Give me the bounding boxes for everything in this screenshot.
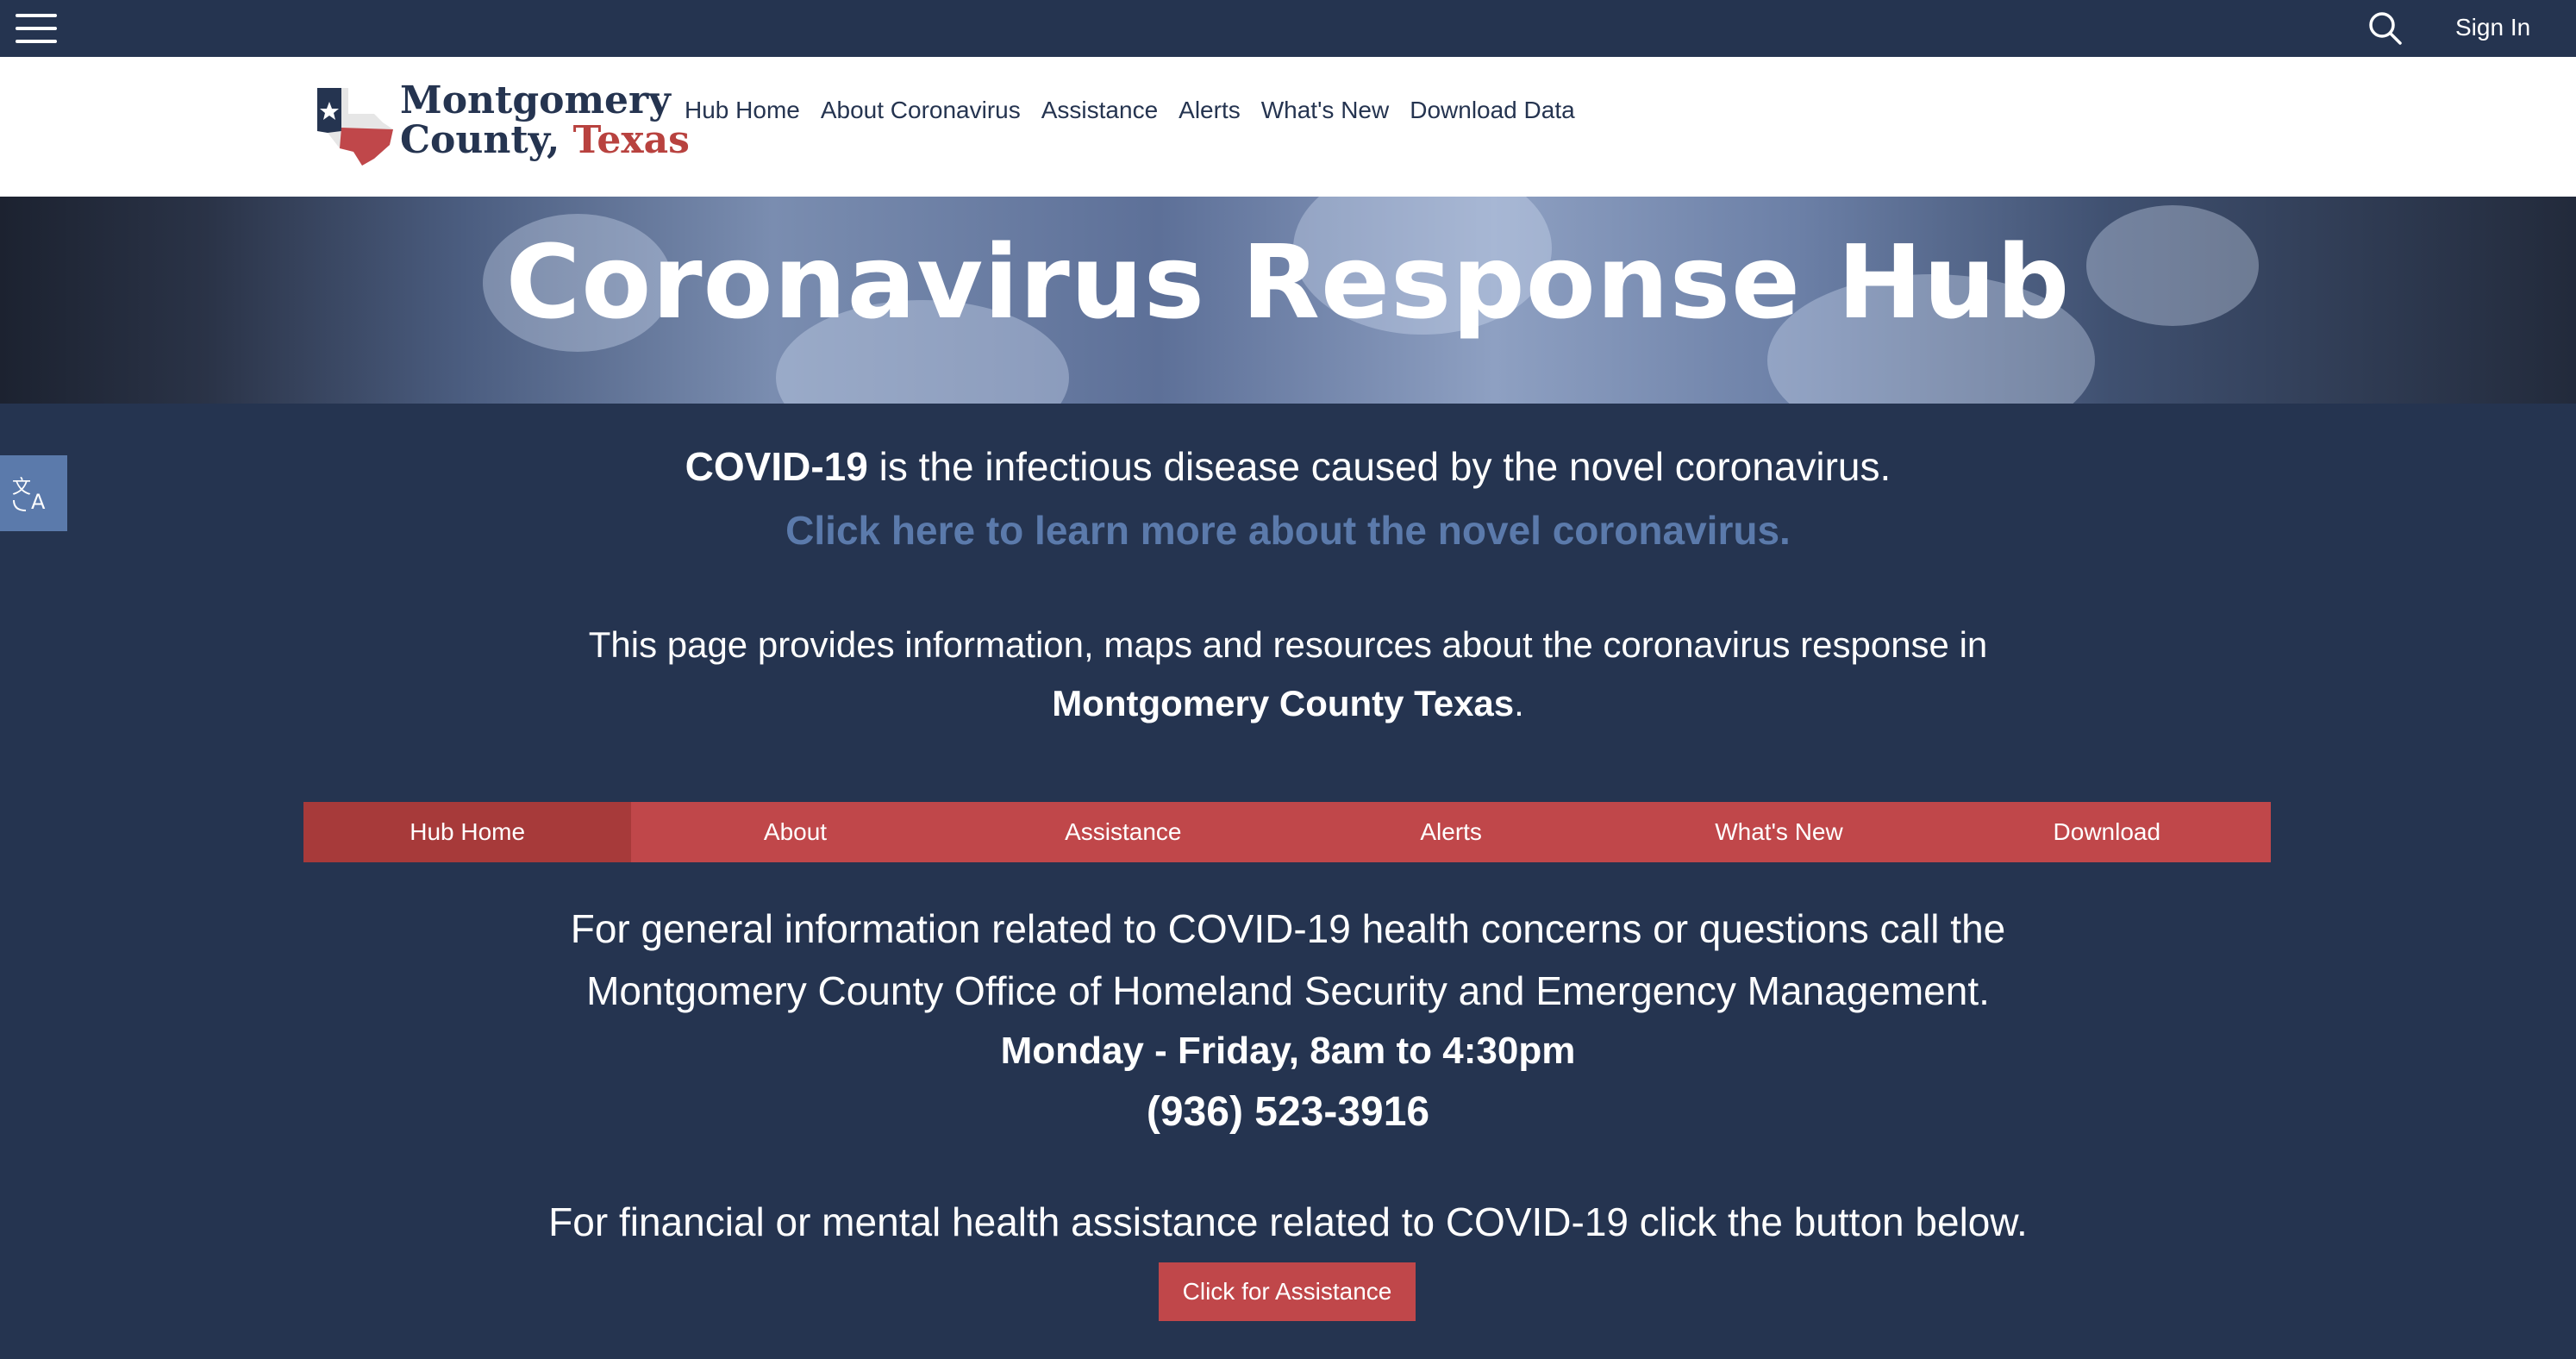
hero-banner: Coronavirus Response Hub xyxy=(0,197,2576,404)
info-period: . xyxy=(1514,683,1524,723)
section-tab-nav: Hub Home About Assistance Alerts What's … xyxy=(303,802,2271,862)
assistance-button[interactable]: Click for Assistance xyxy=(1159,1262,1416,1321)
intro-rest: is the infectious disease caused by the … xyxy=(867,444,1891,489)
page-info-line-2: Montgomery County Texas. xyxy=(0,683,2576,724)
logo-county-text: County, xyxy=(400,118,573,162)
nav-alerts[interactable]: Alerts xyxy=(1179,97,1241,124)
hamburger-menu-icon[interactable] xyxy=(16,10,57,47)
logo-texas-text: Texas xyxy=(572,118,690,162)
site-header: Montgomery County, Texas Hub Home About … xyxy=(0,57,2576,197)
intro-bold: COVID-19 xyxy=(685,444,868,489)
logo-line-1: Montgomery xyxy=(400,78,671,122)
logo-line-2: County, Texas xyxy=(400,121,690,160)
phone-number: (936) 523-3916 xyxy=(1146,1089,1430,1135)
financial-assistance-text: For financial or mental health assistanc… xyxy=(548,1199,2028,1244)
nav-download-data[interactable]: Download Data xyxy=(1410,97,1574,124)
page-info-line-1: This page provides information, maps and… xyxy=(588,624,1988,665)
contact-line-2: Montgomery County Office of Homeland Sec… xyxy=(586,968,1990,1013)
tab-alerts[interactable]: Alerts xyxy=(1287,802,1615,862)
nav-assistance[interactable]: Assistance xyxy=(1041,97,1158,124)
search-icon[interactable] xyxy=(2367,10,2404,47)
intro-text: COVID-19 is the infectious disease cause… xyxy=(0,443,2576,490)
contact-line-1: For general information related to COVID… xyxy=(570,906,2006,951)
top-utility-bar: Sign In xyxy=(0,0,2576,57)
logo-wordmark: Montgomery County, Texas xyxy=(400,81,690,160)
tab-about[interactable]: About xyxy=(631,802,959,862)
header-nav: Hub Home About Coronavirus Assistance Al… xyxy=(685,90,1575,131)
learn-more-link[interactable]: Click here to learn more about the novel… xyxy=(0,507,2576,554)
tab-whats-new[interactable]: What's New xyxy=(1615,802,1942,862)
tab-hub-home[interactable]: Hub Home xyxy=(303,802,632,862)
sign-in-link[interactable]: Sign In xyxy=(2455,9,2530,47)
nav-whats-new[interactable]: What's New xyxy=(1261,97,1390,124)
office-hours: Monday - Friday, 8am to 4:30pm xyxy=(1000,1030,1576,1072)
tab-download[interactable]: Download xyxy=(1943,802,2271,862)
texas-flag-icon xyxy=(317,88,393,166)
montgomery-county-logo[interactable]: Montgomery County, Texas xyxy=(314,76,690,178)
nav-about-coronavirus[interactable]: About Coronavirus xyxy=(821,97,1021,124)
page-title: Coronavirus Response Hub xyxy=(505,222,2071,341)
nav-hub-home[interactable]: Hub Home xyxy=(685,97,800,124)
tab-assistance[interactable]: Assistance xyxy=(960,802,1287,862)
county-name-bold: Montgomery County Texas xyxy=(1052,683,1515,723)
